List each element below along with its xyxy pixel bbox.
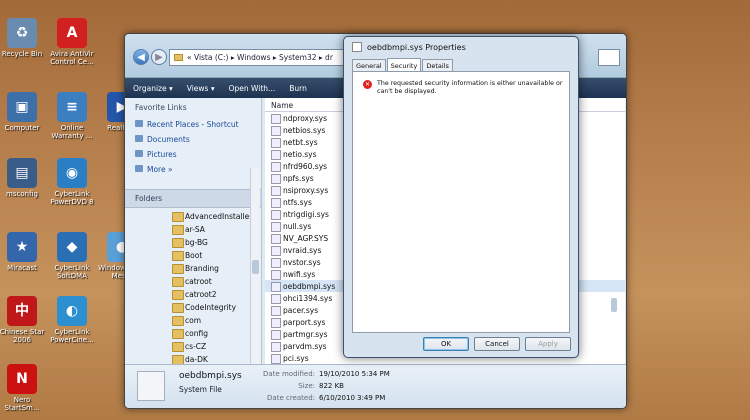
date-created-value: 6/10/2010 3:49 PM xyxy=(319,394,386,402)
desktop-icon[interactable]: 中 Chinese Star 2006 xyxy=(0,296,47,344)
back-button[interactable]: ◀ xyxy=(133,49,149,65)
details-pane: oebdbmpi.sys System File Date modified: … xyxy=(125,364,626,408)
folder-tree-item[interactable]: catroot2 xyxy=(125,288,261,301)
date-created-label: Date created: xyxy=(267,394,315,402)
desktop-icon[interactable]: N Nero StartSm... xyxy=(0,364,47,412)
favorite-link[interactable]: Documents xyxy=(125,132,261,147)
cancel-button[interactable]: Cancel xyxy=(474,337,520,351)
details-file-type: System File xyxy=(179,385,222,394)
scrollbar-thumb[interactable] xyxy=(252,260,259,274)
folder-tree-item[interactable]: catroot xyxy=(125,275,261,288)
navigation-pane: Favorite Links Recent Places - Shortcut D… xyxy=(125,98,262,408)
desktop-icon[interactable]: ♻ Recycle Bin xyxy=(0,18,47,58)
folder-tree-item[interactable]: config xyxy=(125,327,261,340)
msconfig-icon: ▤ xyxy=(7,158,37,188)
views-button[interactable]: Views ▾ xyxy=(187,84,215,93)
burn-button[interactable]: Burn xyxy=(289,84,307,93)
desktop-icon-label: CyberLink PowerDVD 8 xyxy=(50,190,94,206)
powerdvd-icon: ◉ xyxy=(57,158,87,188)
dialog-titlebar[interactable]: oebdbmpi.sys Properties xyxy=(344,37,578,57)
size-label: Size: xyxy=(298,382,315,390)
desktop-icon[interactable]: A Avira AntiVir Control Ce... xyxy=(47,18,97,66)
date-modified-label: Date modified: xyxy=(263,370,315,378)
desktop-icon-label: Nero StartSm... xyxy=(4,396,40,412)
error-icon: ✕ xyxy=(363,80,372,89)
folder-tree-item[interactable]: bg-BG xyxy=(125,236,261,249)
apply-button[interactable]: Apply xyxy=(525,337,571,351)
date-modified-value: 19/10/2010 5:34 PM xyxy=(319,370,390,378)
desktop-icon[interactable]: ◐ CyberLink PowerCine... xyxy=(47,296,97,344)
desktop-icon-label: Recycle Bin xyxy=(1,50,43,58)
dialog-title: oebdbmpi.sys Properties xyxy=(367,42,466,52)
favorite-links-heading: Favorite Links xyxy=(135,103,187,112)
favorite-links: Recent Places - Shortcut Documents Picture… xyxy=(125,117,261,177)
folder-tree-item[interactable]: cs-CZ xyxy=(125,340,261,353)
file-icon xyxy=(137,371,165,401)
desktop-icon[interactable]: ≡ Online Warranty ... xyxy=(47,92,97,140)
desktop-icon-label: Computer xyxy=(4,124,40,132)
tab-security[interactable]: Security xyxy=(386,58,422,72)
folder-tree-item[interactable]: com xyxy=(125,314,261,327)
favorite-link[interactable]: More » xyxy=(125,162,261,177)
details-file-name: oebdbmpi.sys xyxy=(179,371,242,381)
desktop-icon-label: CyberLink PowerCine... xyxy=(50,328,94,344)
desktop-icon[interactable]: ◆ CyberLink SoftDMA xyxy=(47,232,97,280)
desktop-icon-label: msconfig xyxy=(6,190,38,198)
desktop-icon-label: Online Warranty ... xyxy=(51,124,93,140)
error-message: The requested security information is ei… xyxy=(377,80,563,95)
folders-heading[interactable]: Folders xyxy=(125,189,261,208)
desktop-icon[interactable]: ◉ CyberLink PowerDVD 8 xyxy=(47,158,97,206)
folder-tree-item[interactable]: ar-SA xyxy=(125,223,261,236)
properties-dialog: oebdbmpi.sys Properties General Security D… xyxy=(343,36,579,358)
folder-tree-item[interactable]: CodeIntegrity xyxy=(125,301,261,314)
organize-button[interactable]: Organize ▾ xyxy=(133,84,173,93)
search-input[interactable] xyxy=(598,49,620,66)
desktop-icon-label: Chinese Star 2006 xyxy=(0,328,45,344)
miracast-icon: ★ xyxy=(7,232,37,262)
error-notice: ✕ The requested security information is … xyxy=(363,80,567,96)
desktop-icon[interactable]: ★ Miracast xyxy=(0,232,47,272)
ok-button[interactable]: OK xyxy=(423,337,469,351)
desktop-icon-label: Avira AntiVir Control Ce... xyxy=(50,50,94,66)
desktop-icon-label: CyberLink SoftDMA xyxy=(54,264,90,280)
warranty-icon: ≡ xyxy=(57,92,87,122)
dialog-buttons: OK Cancel Apply xyxy=(344,337,578,351)
computer-icon: ▣ xyxy=(7,92,37,122)
favorite-link[interactable]: Recent Places - Shortcut xyxy=(125,117,261,132)
folder-tree-item[interactable]: Boot xyxy=(125,249,261,262)
breadcrumb: « Vista (C:) ▸ Windows ▸ System32 ▸ dr xyxy=(187,53,333,62)
folder-tree-item[interactable]: AdvancedInstallers xyxy=(125,210,261,223)
softdma-icon: ◆ xyxy=(57,232,87,262)
desktop-icon-label: Miracast xyxy=(7,264,37,272)
desktop-icon[interactable]: ▣ Computer xyxy=(0,92,47,132)
folder-tree-item[interactable]: Branding xyxy=(125,262,261,275)
file-icon xyxy=(352,42,362,52)
security-tab-panel: ✕ The requested security information is … xyxy=(352,71,570,333)
avira-icon: A xyxy=(57,18,87,48)
powercinema-icon: ◐ xyxy=(57,296,87,326)
size-value: 822 KB xyxy=(319,382,344,390)
folder-icon xyxy=(174,54,183,61)
address-bar[interactable]: « Vista (C:) ▸ Windows ▸ System32 ▸ dr xyxy=(169,49,349,66)
open-with-button[interactable]: Open With... xyxy=(229,84,276,93)
chinese-star-icon: 中 xyxy=(7,296,37,326)
recycle-bin-icon: ♻ xyxy=(7,18,37,48)
file-list-scrollbar[interactable] xyxy=(611,298,617,312)
forward-button[interactable]: ▶ xyxy=(151,49,167,65)
favorite-link[interactable]: Pictures xyxy=(125,147,261,162)
desktop-icon[interactable]: ▤ msconfig xyxy=(0,158,47,198)
nero-icon: N xyxy=(7,364,37,394)
